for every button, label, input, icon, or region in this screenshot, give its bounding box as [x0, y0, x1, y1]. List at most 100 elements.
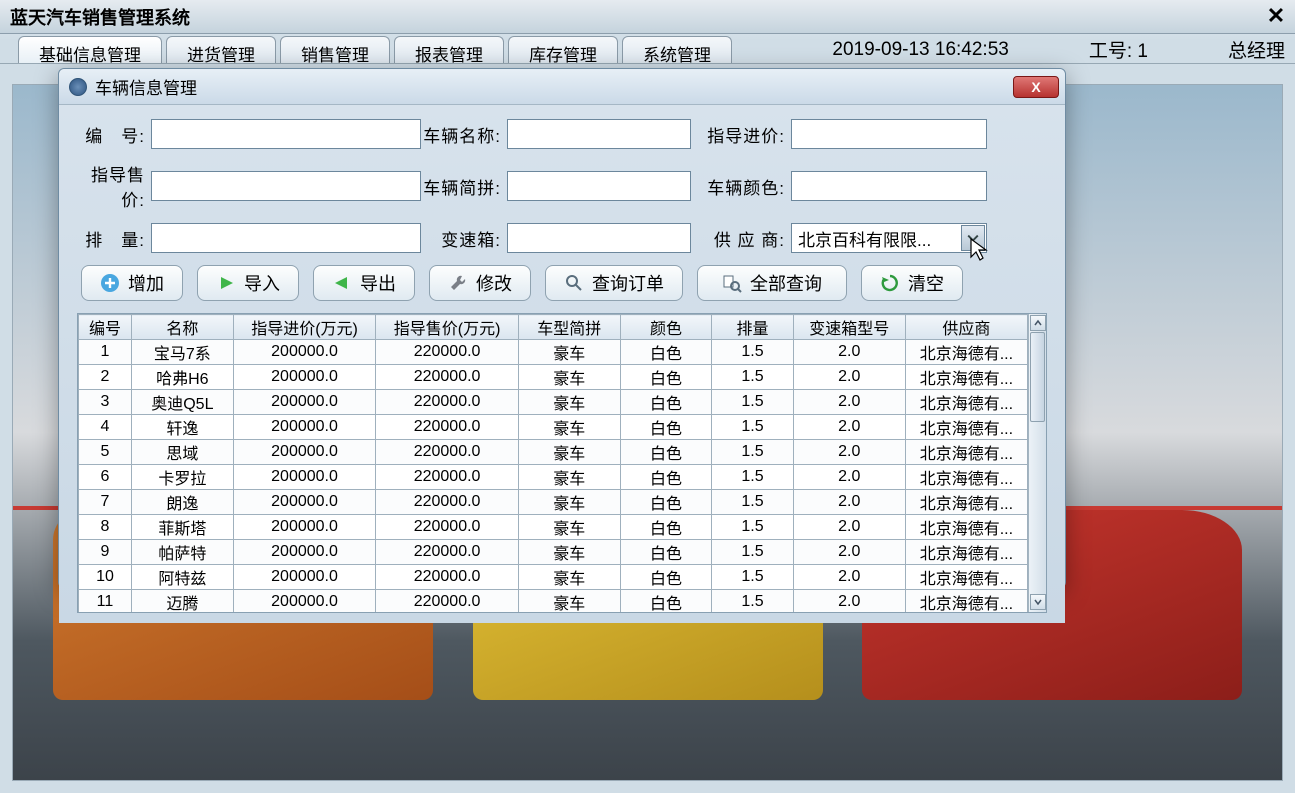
table-cell: 豪车	[518, 540, 620, 565]
table-cell: 200000.0	[233, 365, 376, 390]
vertical-scrollbar[interactable]	[1028, 314, 1046, 612]
table-cell: 宝马7系	[131, 340, 233, 365]
th-color[interactable]: 颜色	[620, 315, 712, 340]
table-cell: 北京海德有...	[905, 515, 1027, 540]
table-row[interactable]: 8菲斯塔200000.0220000.0豪车白色1.52.0北京海德有...	[79, 515, 1028, 540]
query-all-button[interactable]: 全部查询	[697, 265, 847, 301]
table-cell: 1.5	[712, 540, 793, 565]
th-out[interactable]: 指导售价(万元)	[376, 315, 519, 340]
table-cell: 9	[79, 540, 132, 565]
table-cell: 2.0	[793, 465, 905, 490]
modify-button[interactable]: 修改	[429, 265, 531, 301]
table-cell: 200000.0	[233, 340, 376, 365]
select-supplier[interactable]: 北京百科有限限...	[791, 223, 987, 253]
table-cell: 朗逸	[131, 490, 233, 515]
table-cell: 白色	[620, 390, 712, 415]
table-cell: 1.5	[712, 365, 793, 390]
table-cell: 卡罗拉	[131, 465, 233, 490]
status-role: 总经理	[1228, 36, 1285, 63]
table-cell: 220000.0	[376, 465, 519, 490]
table-cell: 1.5	[712, 440, 793, 465]
input-pinyin[interactable]	[507, 171, 691, 201]
table-cell: 2.0	[793, 590, 905, 614]
input-purchase-price[interactable]	[791, 119, 987, 149]
table-row[interactable]: 9帕萨特200000.0220000.0豪车白色1.52.0北京海德有...	[79, 540, 1028, 565]
select-supplier-dropdown-button[interactable]	[961, 225, 985, 251]
main-close-button[interactable]: ✕	[1263, 4, 1289, 30]
table-row[interactable]: 4轩逸200000.0220000.0豪车白色1.52.0北京海德有...	[79, 415, 1028, 440]
status-jobno: 工号: 1	[1089, 36, 1148, 63]
table-row[interactable]: 11迈腾200000.0220000.0豪车白色1.52.0北京海德有...	[79, 590, 1028, 614]
table-row[interactable]: 10阿特兹200000.0220000.0豪车白色1.52.0北京海德有...	[79, 565, 1028, 590]
table-cell: 北京海德有...	[905, 340, 1027, 365]
input-id[interactable]	[151, 119, 421, 149]
input-color[interactable]	[791, 171, 987, 201]
table-row[interactable]: 3奥迪Q5L200000.0220000.0豪车白色1.52.0北京海德有...	[79, 390, 1028, 415]
table-row[interactable]: 5思域200000.0220000.0豪车白色1.52.0北京海德有...	[79, 440, 1028, 465]
dialog-close-button[interactable]: X	[1013, 76, 1059, 98]
scroll-down-button[interactable]	[1030, 594, 1046, 610]
import-button[interactable]: 导入	[197, 265, 299, 301]
table-row[interactable]: 2哈弗H6200000.0220000.0豪车白色1.52.0北京海德有...	[79, 365, 1028, 390]
th-sup[interactable]: 供应商	[905, 315, 1027, 340]
export-button[interactable]: 导出	[313, 265, 415, 301]
label-purchase-price: 指导进价:	[691, 122, 791, 147]
table-row[interactable]: 6卡罗拉200000.0220000.0豪车白色1.52.0北京海德有...	[79, 465, 1028, 490]
table-cell: 豪车	[518, 390, 620, 415]
table-cell: 1.5	[712, 490, 793, 515]
tab-basic-info[interactable]: 基础信息管理	[18, 36, 162, 63]
input-displacement[interactable]	[151, 223, 421, 253]
clear-button[interactable]: 清空	[861, 265, 963, 301]
table-cell: 1	[79, 340, 132, 365]
table-cell: 豪车	[518, 365, 620, 390]
table-cell: 7	[79, 490, 132, 515]
add-button[interactable]: 增加	[81, 265, 183, 301]
table-cell: 北京海德有...	[905, 440, 1027, 465]
table-cell: 哈弗H6	[131, 365, 233, 390]
select-supplier-value: 北京百科有限限...	[798, 226, 931, 251]
table-row[interactable]: 1宝马7系200000.0220000.0豪车白色1.52.0北京海德有...	[79, 340, 1028, 365]
table-cell: 200000.0	[233, 540, 376, 565]
tab-report[interactable]: 报表管理	[394, 36, 504, 63]
table-cell: 200000.0	[233, 465, 376, 490]
label-supplier: 供 应 商:	[691, 226, 791, 251]
chevron-up-icon	[1034, 319, 1042, 327]
tab-system[interactable]: 系统管理	[622, 36, 732, 63]
table-cell: 220000.0	[376, 490, 519, 515]
table-cell: 豪车	[518, 415, 620, 440]
table-cell: 220000.0	[376, 515, 519, 540]
th-cc[interactable]: 排量	[712, 315, 793, 340]
th-id[interactable]: 编号	[79, 315, 132, 340]
th-py[interactable]: 车型简拼	[518, 315, 620, 340]
table-cell: 2.0	[793, 340, 905, 365]
input-name[interactable]	[507, 119, 691, 149]
table-cell: 5	[79, 440, 132, 465]
table-cell: 北京海德有...	[905, 465, 1027, 490]
th-in[interactable]: 指导进价(万元)	[233, 315, 376, 340]
table-cell: 白色	[620, 540, 712, 565]
table-cell: 北京海德有...	[905, 590, 1027, 614]
table-row[interactable]: 7朗逸200000.0220000.0豪车白色1.52.0北京海德有...	[79, 490, 1028, 515]
input-sale-price[interactable]	[151, 171, 421, 201]
table-cell: 220000.0	[376, 540, 519, 565]
chevron-down-icon	[1034, 598, 1042, 606]
tab-inventory[interactable]: 库存管理	[508, 36, 618, 63]
table-cell: 220000.0	[376, 415, 519, 440]
input-gearbox[interactable]	[507, 223, 691, 253]
table-cell: 1.5	[712, 590, 793, 614]
scroll-thumb[interactable]	[1030, 332, 1045, 422]
query-order-button[interactable]: 查询订单	[545, 265, 683, 301]
tab-sales[interactable]: 销售管理	[280, 36, 390, 63]
th-gear[interactable]: 变速箱型号	[793, 315, 905, 340]
vehicle-table: 编号 名称 指导进价(万元) 指导售价(万元) 车型简拼 颜色 排量 变速箱型号…	[78, 314, 1028, 613]
table-cell: 北京海德有...	[905, 390, 1027, 415]
scroll-up-button[interactable]	[1030, 315, 1046, 331]
table-cell: 2.0	[793, 390, 905, 415]
tab-purchase[interactable]: 进货管理	[166, 36, 276, 63]
table-cell: 200000.0	[233, 415, 376, 440]
table-cell: 8	[79, 515, 132, 540]
table-cell: 2	[79, 365, 132, 390]
label-pinyin: 车辆简拼:	[421, 174, 507, 199]
table-cell: 北京海德有...	[905, 415, 1027, 440]
th-name[interactable]: 名称	[131, 315, 233, 340]
